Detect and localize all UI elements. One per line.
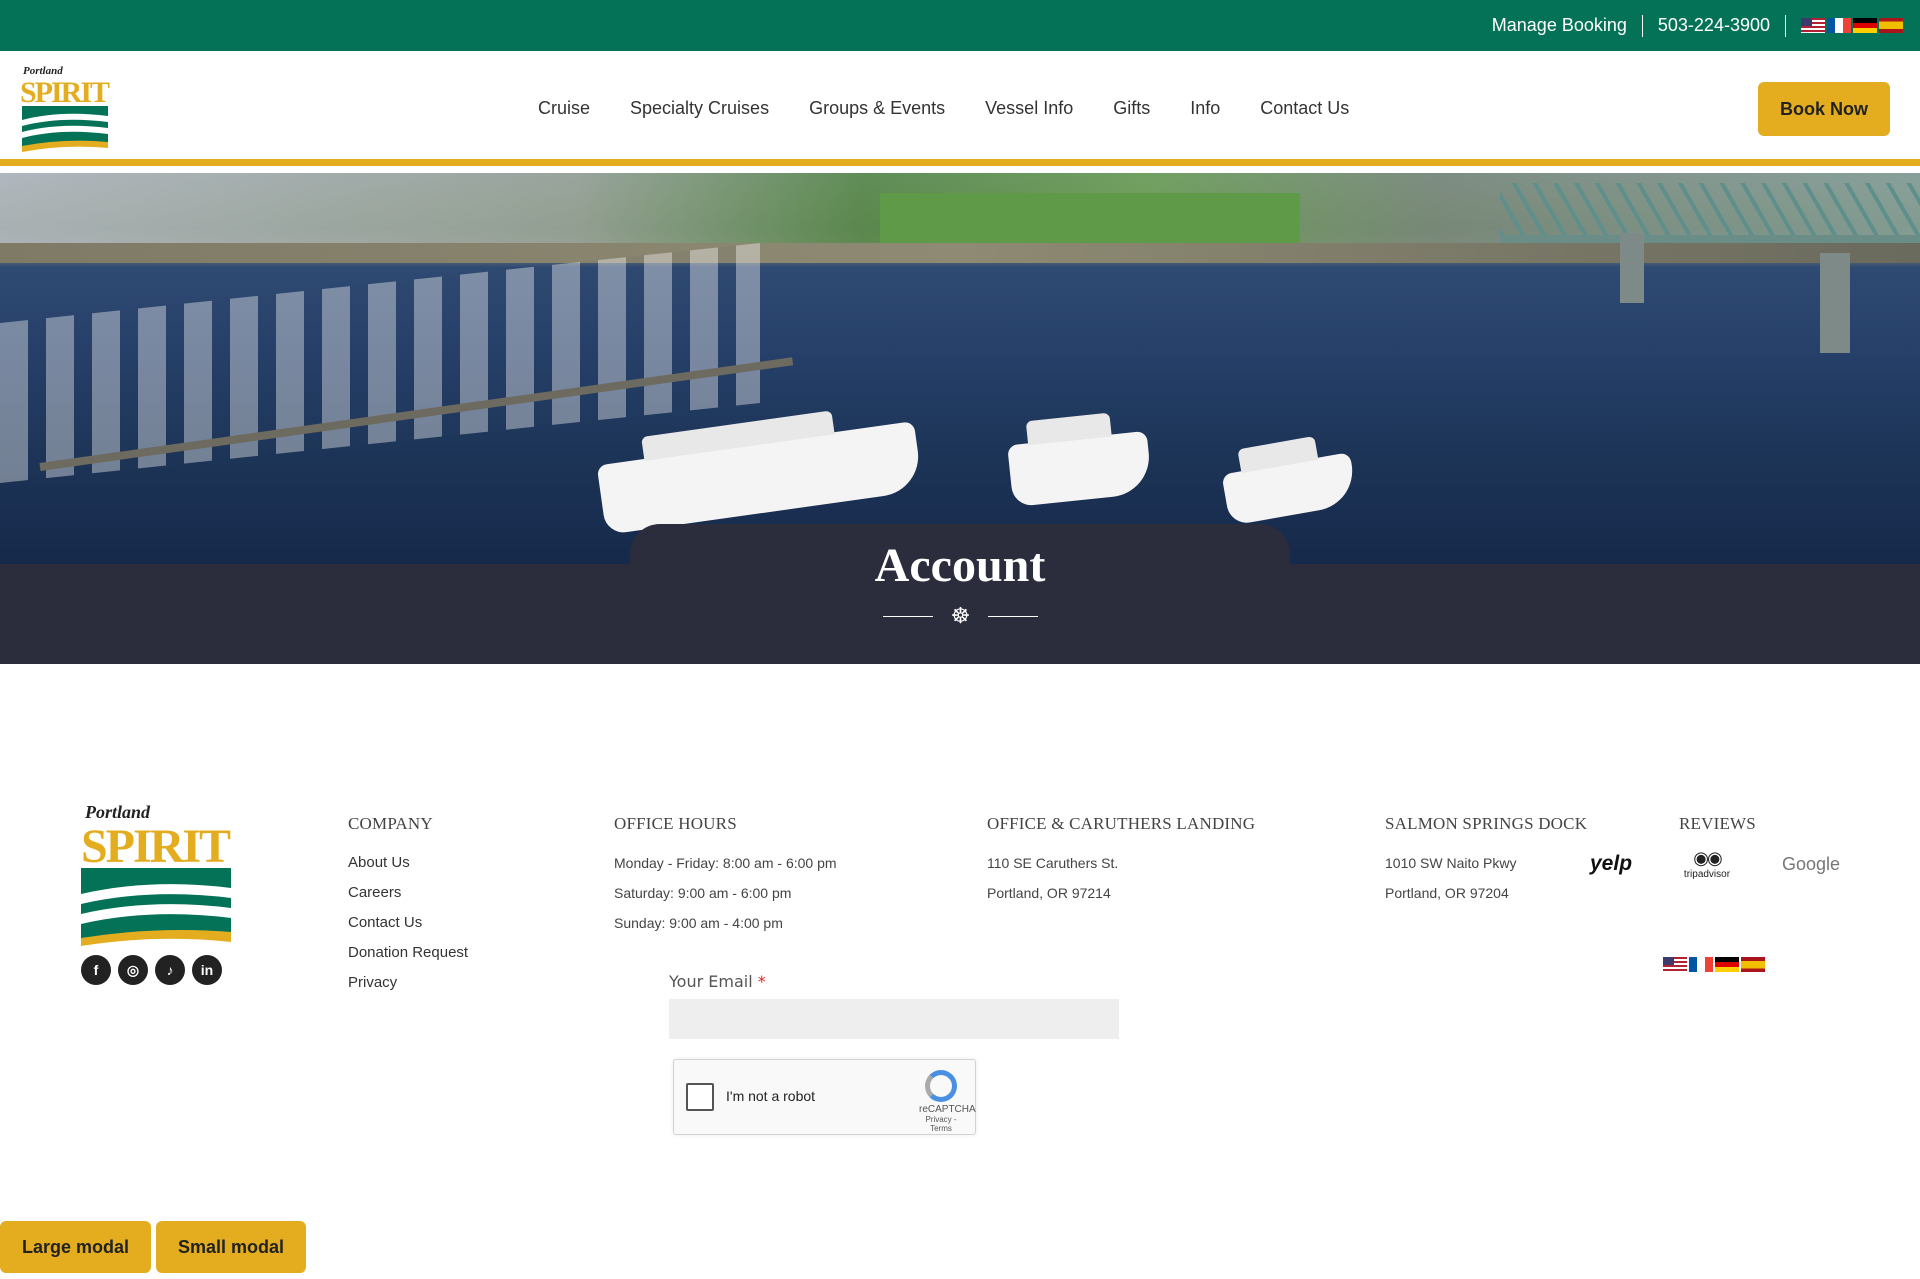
recaptcha-icon	[925, 1070, 957, 1102]
recaptcha-logo: reCAPTCHA Privacy - Terms	[919, 1070, 976, 1133]
tripadvisor-label: tripadvisor	[1683, 869, 1731, 880]
footer-link-about-us[interactable]: About Us	[348, 848, 468, 878]
footer-link-careers[interactable]: Careers	[348, 878, 468, 908]
de-flag-icon[interactable]	[1715, 957, 1739, 972]
es-flag-icon[interactable]	[1879, 18, 1903, 33]
page-title: Account	[874, 539, 1046, 592]
svg-text:SPIRIT: SPIRIT	[20, 76, 110, 109]
nav-groups-events[interactable]: Groups & Events	[809, 98, 945, 119]
tripadvisor-owl-icon: ◉◉	[1693, 848, 1722, 868]
footer-language-switcher	[1663, 957, 1765, 972]
main-header: Portland SPIRIT Cruise Specialty Cruises…	[0, 51, 1920, 166]
top-bar: Manage Booking 503-224-3900	[0, 0, 1920, 51]
instagram-icon[interactable]: ◎	[118, 955, 148, 985]
hours-saturday: Saturday: 9:00 am - 6:00 pm	[614, 885, 792, 901]
office-address-line1: 110 SE Caruthers St.	[987, 855, 1119, 871]
recaptcha-terms-link[interactable]: Privacy - Terms	[919, 1115, 963, 1133]
recaptcha-brand: reCAPTCHA	[919, 1104, 976, 1115]
hero-boat	[596, 421, 924, 535]
footer-link-donation-request[interactable]: Donation Request	[348, 938, 468, 968]
hero-boat	[1007, 430, 1153, 508]
recaptcha-checkbox[interactable]	[686, 1083, 714, 1111]
es-flag-icon[interactable]	[1741, 957, 1765, 972]
us-flag-icon[interactable]	[1801, 18, 1825, 33]
svg-text:SPIRIT: SPIRIT	[81, 820, 231, 873]
dock-column: SALMON SPRINGS DOCK 1010 SW Naito Pkwy P…	[1385, 814, 1587, 908]
facebook-icon[interactable]: f	[81, 955, 111, 985]
nav-vessel-info[interactable]: Vessel Info	[985, 98, 1073, 119]
office-hours-heading: OFFICE HOURS	[614, 814, 737, 833]
footer-link-privacy[interactable]: Privacy	[348, 968, 468, 998]
title-divider: ☸	[883, 604, 1038, 628]
primary-nav: Cruise Specialty Cruises Groups & Events…	[538, 51, 1389, 166]
yelp-logo[interactable]: yelp	[1590, 852, 1632, 876]
social-links: f ◎ ♪ in	[81, 955, 222, 985]
hero-lawn	[880, 193, 1300, 243]
recaptcha-label: I'm not a robot	[726, 1088, 816, 1104]
page: Manage Booking 503-224-3900 Portland SPI…	[0, 0, 1920, 1279]
tripadvisor-logo[interactable]: ◉◉ tripadvisor	[1684, 848, 1730, 880]
hero-image	[0, 173, 1920, 565]
nav-cruise[interactable]: Cruise	[538, 98, 590, 119]
dock-address-line2: Portland, OR 97204	[1385, 885, 1509, 901]
linkedin-icon[interactable]: in	[192, 955, 222, 985]
email-label-text: Your Email	[669, 972, 753, 991]
large-modal-button[interactable]: Large modal	[0, 1221, 151, 1273]
fr-flag-icon[interactable]	[1689, 957, 1713, 972]
divider	[1641, 14, 1643, 37]
nav-gifts[interactable]: Gifts	[1113, 98, 1150, 119]
dock-address-line1: 1010 SW Naito Pkwy	[1385, 855, 1517, 871]
divider	[1785, 14, 1786, 37]
review-links: yelp ◉◉ tripadvisor Google	[1590, 848, 1840, 880]
office-column: OFFICE & CARUTHERS LANDING 110 SE Caruth…	[987, 814, 1255, 908]
hero-boat	[1221, 452, 1359, 526]
manage-booking-link[interactable]: Manage Booking	[1492, 15, 1627, 36]
hero-bridge-pier	[1820, 253, 1850, 353]
office-hours-column: OFFICE HOURS Monday - Friday: 8:00 am - …	[614, 814, 837, 938]
footer-link-contact-us[interactable]: Contact Us	[348, 908, 468, 938]
hours-sunday: Sunday: 9:00 am - 4:00 pm	[614, 915, 783, 931]
fr-flag-icon[interactable]	[1827, 18, 1851, 33]
email-label: Your Email *	[669, 972, 766, 991]
book-now-button[interactable]: Book Now	[1758, 82, 1890, 136]
us-flag-icon[interactable]	[1663, 957, 1687, 972]
reviews-heading: REVIEWS	[1679, 814, 1756, 833]
required-mark: *	[757, 972, 766, 991]
company-column: COMPANY About Us Careers Contact Us Dona…	[348, 814, 468, 998]
footer-logo[interactable]: Portland SPIRIT	[81, 802, 233, 946]
portland-spirit-logo[interactable]: Portland SPIRIT	[20, 62, 112, 152]
recaptcha-widget: I'm not a robot reCAPTCHA Privacy - Term…	[673, 1059, 976, 1135]
dock-heading: SALMON SPRINGS DOCK	[1385, 814, 1588, 833]
hours-weekday: Monday - Friday: 8:00 am - 6:00 pm	[614, 855, 837, 871]
hero-bridge	[1500, 183, 1920, 243]
svg-text:Portland: Portland	[84, 802, 151, 822]
office-address-line2: Portland, OR 97214	[987, 885, 1111, 901]
tiktok-icon[interactable]: ♪	[155, 955, 185, 985]
office-heading: OFFICE & CARUTHERS LANDING	[987, 814, 1256, 833]
company-heading: COMPANY	[348, 814, 433, 833]
ship-wheel-icon: ☸	[950, 603, 971, 628]
divider-line	[987, 615, 1038, 617]
email-field[interactable]	[669, 999, 1119, 1039]
de-flag-icon[interactable]	[1853, 18, 1877, 33]
divider-line	[883, 615, 933, 617]
google-logo[interactable]: Google	[1782, 854, 1840, 875]
reviews-column: REVIEWS	[1679, 814, 1756, 848]
small-modal-button[interactable]: Small modal	[156, 1221, 306, 1273]
nav-contact-us[interactable]: Contact Us	[1260, 98, 1349, 119]
nav-specialty-cruises[interactable]: Specialty Cruises	[630, 98, 769, 119]
nav-info[interactable]: Info	[1190, 98, 1220, 119]
hero-bridge-pier	[1620, 233, 1644, 303]
phone-link[interactable]: 503-224-3900	[1658, 15, 1770, 36]
language-switcher	[1801, 18, 1903, 33]
